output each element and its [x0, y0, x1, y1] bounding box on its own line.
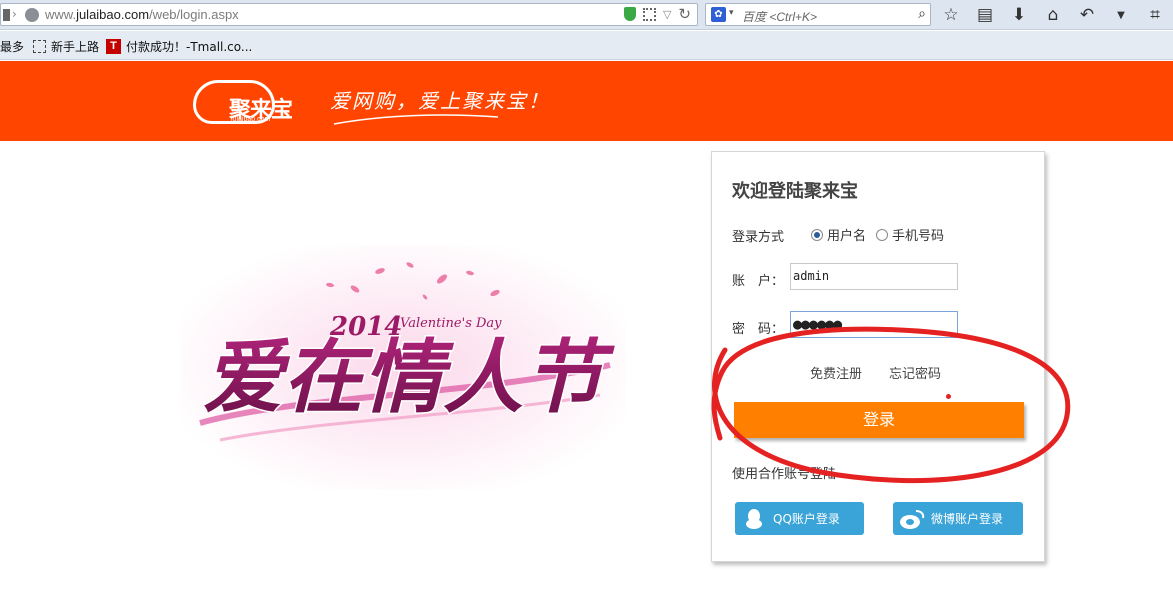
baidu-paw-icon[interactable]: ✿ — [711, 7, 726, 22]
login-panel: 欢迎登陆聚来宝 登录方式 用户名 手机号码 账 户： admin 密 码： ●●… — [711, 151, 1045, 562]
crop-icon[interactable]: ⌗ — [1144, 4, 1166, 26]
chevron-right-icon: › — [12, 7, 17, 21]
radio-username-label[interactable]: 用户名 — [827, 225, 866, 244]
bookmark-star-icon[interactable]: ☆ — [940, 4, 962, 26]
bookmark-tmall[interactable]: T 付款成功！-Tmall.co... — [106, 38, 252, 55]
banner-title: 爱在情人节 — [203, 331, 615, 424]
globe-icon — [25, 8, 39, 22]
chevron-down-icon[interactable]: ▾ — [729, 8, 734, 18]
url-text[interactable]: www.julaibao.com/web/login.aspx — [45, 7, 239, 22]
back-icon[interactable]: ↶ — [1076, 4, 1098, 26]
slogan-underline — [333, 114, 499, 125]
qr-code-icon[interactable] — [642, 7, 656, 21]
weibo-login-label: 微博账户登录 — [931, 512, 1004, 526]
site-header: 聚来宝 julaibao.com 爱网购，爱上聚来宝！ — [0, 61, 1173, 141]
bookmark-label: 付款成功！-Tmall.co... — [126, 40, 253, 54]
bookmarks-bar: 最多 新手上路 T 付款成功！-Tmall.co... — [0, 31, 1173, 60]
shield-icon[interactable] — [623, 7, 636, 21]
reload-icon[interactable]: ↻ — [678, 7, 691, 22]
qq-login-button[interactable]: QQ账户登录 — [735, 502, 864, 535]
annotation-dot — [946, 394, 951, 399]
account-label: 账 户： — [732, 274, 785, 289]
page-icon — [33, 40, 46, 53]
banner-year: 2014 — [329, 312, 402, 342]
home-icon[interactable]: ⌂ — [1042, 4, 1064, 26]
bookmark-getting-started[interactable]: 新手上路 — [33, 38, 99, 55]
bookmark-most-visited[interactable]: 最多 — [0, 38, 24, 55]
bookmark-label: 新手上路 — [51, 40, 100, 54]
logo-subtext: julaibao.com — [231, 116, 271, 123]
address-bar[interactable]: › www.julaibao.com/web/login.aspx ▽ ↻ — [0, 3, 698, 26]
forgot-password-link[interactable]: 忘记密码 — [889, 363, 941, 382]
browser-toolbar: › www.julaibao.com/web/login.aspx ▽ ↻ ✿ … — [0, 0, 1173, 30]
tmall-icon: T — [106, 39, 121, 54]
register-link[interactable]: 免费注册 — [810, 363, 862, 382]
site-logo[interactable]: 聚来宝 julaibao.com — [193, 74, 319, 126]
partner-login-label: 使用合作账号登陆 — [732, 467, 837, 482]
valentine-banner: 爱在情人节 2014 Valentine's Day — [180, 245, 626, 490]
bookmark-label: 最多 — [0, 40, 25, 54]
login-title: 欢迎登陆聚来宝 — [732, 181, 858, 202]
login-method-label: 登录方式 — [732, 230, 785, 245]
password-label: 密 码： — [732, 322, 785, 337]
login-button[interactable]: 登录 — [734, 402, 1024, 438]
password-value: ●●●●●● — [793, 315, 842, 333]
download-icon[interactable]: ⬇ — [1008, 4, 1030, 26]
radio-phone[interactable] — [876, 228, 889, 241]
qq-login-label: QQ账户登录 — [773, 512, 840, 526]
qq-penguin-icon — [741, 506, 767, 532]
reading-list-icon[interactable]: ▤ — [974, 4, 996, 26]
search-icon[interactable]: ⌕ — [918, 6, 926, 22]
weibo-login-button[interactable]: 微博账户登录 — [893, 502, 1023, 535]
radio-phone-label[interactable]: 手机号码 — [892, 225, 944, 244]
login-method-options: 用户名 手机号码 — [811, 225, 950, 244]
chevron-down-icon[interactable]: ▼ — [1110, 4, 1132, 26]
radio-username[interactable] — [811, 228, 823, 241]
page-icon — [3, 9, 10, 21]
password-input[interactable]: ●●●●●● — [790, 311, 958, 338]
banner-script: Valentine's Day — [400, 316, 502, 331]
account-input[interactable]: admin — [790, 263, 958, 290]
weibo-icon — [899, 506, 925, 532]
slogan: 爱网购，爱上聚来宝！ — [330, 89, 550, 113]
search-box[interactable]: ✿ ▾ 百度 <Ctrl+K> ⌕ — [705, 3, 931, 26]
search-placeholder[interactable]: 百度 <Ctrl+K> — [742, 8, 817, 25]
dropdown-arrow-icon[interactable]: ▽ — [663, 8, 671, 21]
